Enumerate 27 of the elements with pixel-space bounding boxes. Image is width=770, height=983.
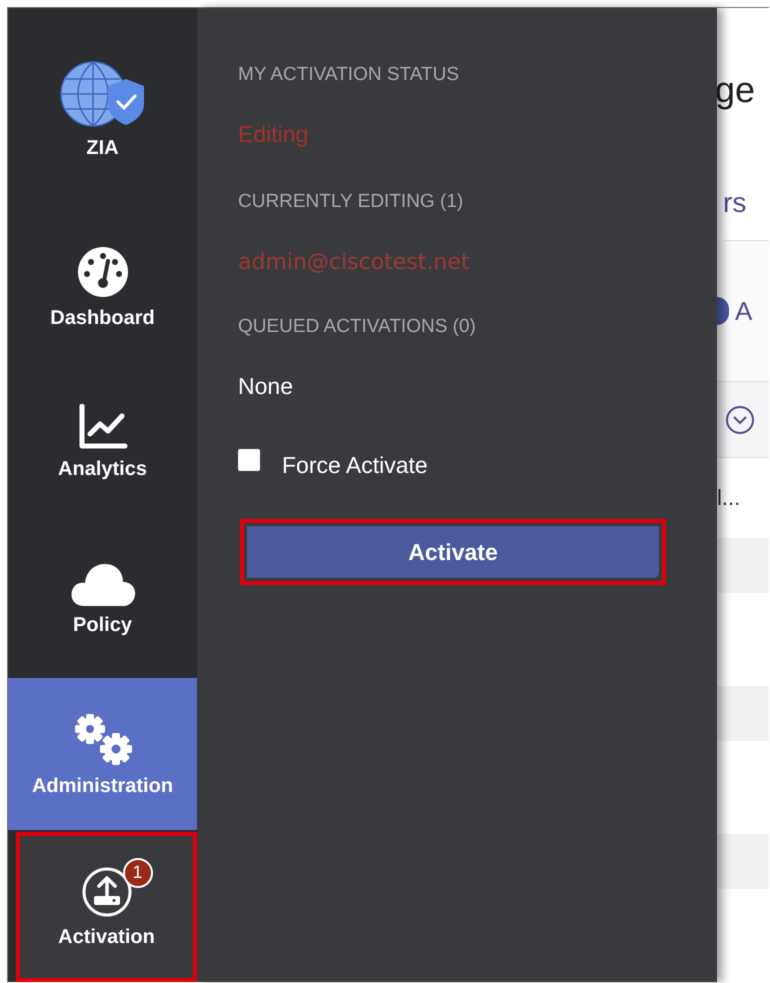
sidebar-item[interactable]: 1 Activation xyxy=(16,832,197,982)
section-heading: CURRENTLY EDITING (1) xyxy=(238,190,464,214)
cloud-icon xyxy=(70,562,136,606)
sidebar-item[interactable]: Analytics xyxy=(8,365,197,520)
table-row xyxy=(717,686,769,741)
sidebar-item[interactable]: Administration xyxy=(8,678,197,830)
line-chart-icon xyxy=(78,404,128,450)
sidebar-item[interactable]: Dashboard xyxy=(8,210,197,365)
queued-text: None xyxy=(238,373,293,400)
checkbox[interactable] xyxy=(238,448,260,470)
sidebar-item[interactable]: ZIA xyxy=(8,8,197,210)
section-heading: MY ACTIVATION STATUS xyxy=(238,63,459,87)
page-title: ge xyxy=(715,68,756,112)
checkbox-label: Force Activate xyxy=(282,452,428,479)
notification-badge: 1 xyxy=(122,858,152,888)
status-text: Editing xyxy=(238,121,308,148)
add-link[interactable]: A xyxy=(735,296,752,326)
activate-button[interactable]: Activate xyxy=(247,526,659,578)
sidebar-item[interactable]: Policy xyxy=(8,520,197,678)
chevron-down-icon[interactable] xyxy=(725,404,755,434)
upload-icon xyxy=(80,866,132,918)
gauge-icon xyxy=(76,245,130,299)
table-row xyxy=(717,834,769,889)
section-heading: QUEUED ACTIVATIONS (0) xyxy=(238,315,476,339)
editor-email: admin@ciscotest.net xyxy=(238,250,470,275)
table-cell: l... xyxy=(717,485,740,511)
table-row xyxy=(717,538,769,593)
